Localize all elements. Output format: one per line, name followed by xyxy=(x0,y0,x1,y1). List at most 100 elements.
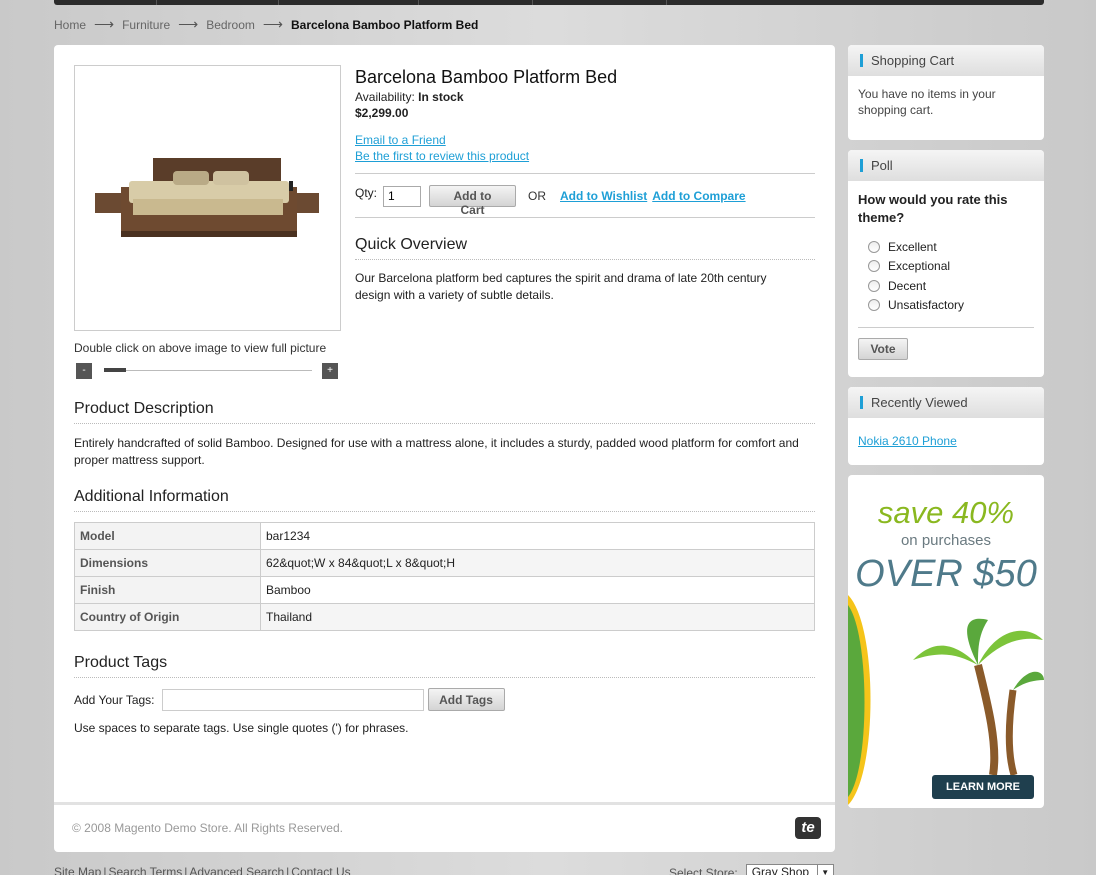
product-image[interactable] xyxy=(74,65,341,331)
attr-key: Finish xyxy=(74,576,261,604)
poll-block: Poll How would you rate this theme? Exce… xyxy=(848,150,1044,377)
attr-value: Bamboo xyxy=(260,576,815,604)
breadcrumb-bedroom[interactable]: Bedroom xyxy=(206,18,255,32)
review-link[interactable]: Be the first to review this product xyxy=(355,149,529,163)
add-to-compare-link[interactable]: Add to Compare xyxy=(652,189,745,203)
description-text: Entirely handcrafted of solid Bamboo. De… xyxy=(74,436,799,467)
breadcrumb-separator: ⟶ xyxy=(262,16,283,32)
availability-value: In stock xyxy=(418,90,464,104)
or-label: OR xyxy=(528,189,547,203)
breadcrumb: Home ⟶ Furniture ⟶ Bedroom ⟶ Barcelona B… xyxy=(54,16,478,33)
shopping-cart-block: Shopping Cart You have no items in your … xyxy=(848,45,1044,140)
add-tags-button[interactable]: Add Tags xyxy=(427,688,505,711)
footer-logo-icon: te xyxy=(795,817,821,839)
product-main-panel: Double click on above image to view full… xyxy=(54,45,835,852)
breadcrumb-current: Barcelona Bamboo Platform Bed xyxy=(290,17,479,32)
attr-key: Dimensions xyxy=(74,549,261,577)
divider xyxy=(74,423,815,424)
learn-more-button[interactable]: LEARN MORE xyxy=(932,775,1034,799)
chevron-down-icon: ▼ xyxy=(816,865,833,875)
attr-value: bar1234 xyxy=(260,522,815,550)
footer-link-search-terms[interactable]: Search Terms xyxy=(108,865,182,875)
attr-value: Thailand xyxy=(260,603,815,631)
footer-divider xyxy=(54,802,835,805)
attr-value: 62&quot;W x 84&quot;L x 8&quot;H xyxy=(260,549,815,577)
zoom-slider[interactable]: - + xyxy=(76,363,341,379)
divider xyxy=(74,677,815,678)
zoom-handle[interactable] xyxy=(104,368,126,372)
divider xyxy=(858,327,1034,328)
zoom-in-button[interactable]: + xyxy=(322,363,338,379)
poll-option[interactable]: Exceptional xyxy=(858,257,1034,277)
store-value: Gray Shop xyxy=(751,865,810,875)
recently-viewed-item-link[interactable]: Nokia 2610 Phone xyxy=(858,434,957,448)
add-to-cart-button[interactable]: Add to Cart xyxy=(429,185,517,217)
breadcrumb-home[interactable]: Home xyxy=(54,18,86,32)
poll-question: How would you rate this theme? xyxy=(858,192,1008,225)
add-to-cart-row: Qty: Add to Cart OR Add to Wishlist Add … xyxy=(355,185,751,217)
image-caption: Double click on above image to view full… xyxy=(74,341,327,355)
divider xyxy=(74,511,815,512)
shopping-cart-text: You have no items in your shopping cart. xyxy=(858,87,996,117)
poll-option[interactable]: Excellent xyxy=(858,237,1034,257)
promo-banner[interactable]: save 40% on purchases OVER $50 LEARN MOR… xyxy=(848,475,1044,808)
radio-button[interactable] xyxy=(868,240,880,253)
tags-form: Add Your Tags: Add Tags xyxy=(74,688,505,711)
poll-option-label: Excellent xyxy=(888,239,937,254)
product-price: $2,299.00 xyxy=(355,106,409,120)
breadcrumb-separator: ⟶ xyxy=(94,16,115,32)
promo-subline: on purchases xyxy=(900,532,992,549)
vote-button[interactable]: Vote xyxy=(858,338,908,360)
breadcrumb-separator: ⟶ xyxy=(178,16,199,32)
divider xyxy=(355,173,815,174)
table-row: Model bar1234 xyxy=(74,522,815,550)
add-to-wishlist-link[interactable]: Add to Wishlist xyxy=(560,189,647,203)
email-friend-link[interactable]: Email to a Friend xyxy=(355,133,446,147)
attr-key: Country of Origin xyxy=(74,603,261,631)
tags-input[interactable] xyxy=(161,688,424,711)
attributes-table: Model bar1234 Dimensions 62&quot;W x 84&qu… xyxy=(74,522,815,631)
recently-viewed-block: Recently Viewed Nokia 2610 Phone xyxy=(848,387,1044,465)
product-name: Barcelona Bamboo Platform Bed xyxy=(355,67,618,87)
qty-label: Qty: xyxy=(355,186,378,200)
bed-image xyxy=(94,158,319,237)
divider xyxy=(355,259,815,260)
qty-input[interactable] xyxy=(383,185,422,207)
quick-overview-title: Quick Overview xyxy=(355,236,468,253)
zoom-track[interactable] xyxy=(104,370,312,371)
footer-link-site-map[interactable]: Site Map xyxy=(54,865,101,875)
store-switcher: Select Store: Gray Shop ▼ xyxy=(669,864,834,875)
tags-note: Use spaces to separate tags. Use single … xyxy=(74,721,409,735)
description-title: Product Description xyxy=(74,400,214,417)
promo-amount: OVER $50 xyxy=(855,553,1037,595)
footer-links: Site Map | Search Terms | Advanced Search | Co… xyxy=(54,865,351,875)
zoom-out-button[interactable]: - xyxy=(76,363,92,379)
store-select[interactable]: Gray Shop ▼ xyxy=(745,864,834,875)
shopping-cart-title: Shopping Cart xyxy=(848,45,1044,76)
table-row: Finish Bamboo xyxy=(74,576,815,604)
recently-viewed-title: Recently Viewed xyxy=(848,387,1044,418)
radio-button[interactable] xyxy=(868,260,880,273)
poll-option[interactable]: Unsatisfactory xyxy=(858,296,1034,316)
radio-button[interactable] xyxy=(868,299,880,312)
poll-title: Poll xyxy=(848,150,1044,181)
tags-label: Add Your Tags: xyxy=(74,692,155,707)
poll-option-label: Exceptional xyxy=(888,259,951,274)
divider xyxy=(355,217,815,218)
poll-option-label: Decent xyxy=(888,278,927,293)
footer-link-advanced-search[interactable]: Advanced Search xyxy=(189,865,284,875)
attr-key: Model xyxy=(74,522,261,550)
poll-option[interactable]: Decent xyxy=(858,276,1034,296)
copyright: © 2008 Magento Demo Store. All Rights Re… xyxy=(72,821,343,835)
promo-headline: save 40% xyxy=(877,495,1015,530)
tags-title: Product Tags xyxy=(74,654,168,671)
radio-button[interactable] xyxy=(868,279,880,292)
footer-link-contact-us[interactable]: Contact Us xyxy=(291,865,350,875)
top-nav-bar xyxy=(54,0,1044,5)
availability-label: Availability: xyxy=(355,90,415,104)
breadcrumb-furniture[interactable]: Furniture xyxy=(122,18,170,32)
quick-overview-text: Our Barcelona platform bed captures the … xyxy=(355,271,767,302)
poll-option-label: Unsatisfactory xyxy=(888,298,965,313)
availability: Availability: In stock xyxy=(355,90,464,104)
table-row: Country of Origin Thailand xyxy=(74,603,815,631)
